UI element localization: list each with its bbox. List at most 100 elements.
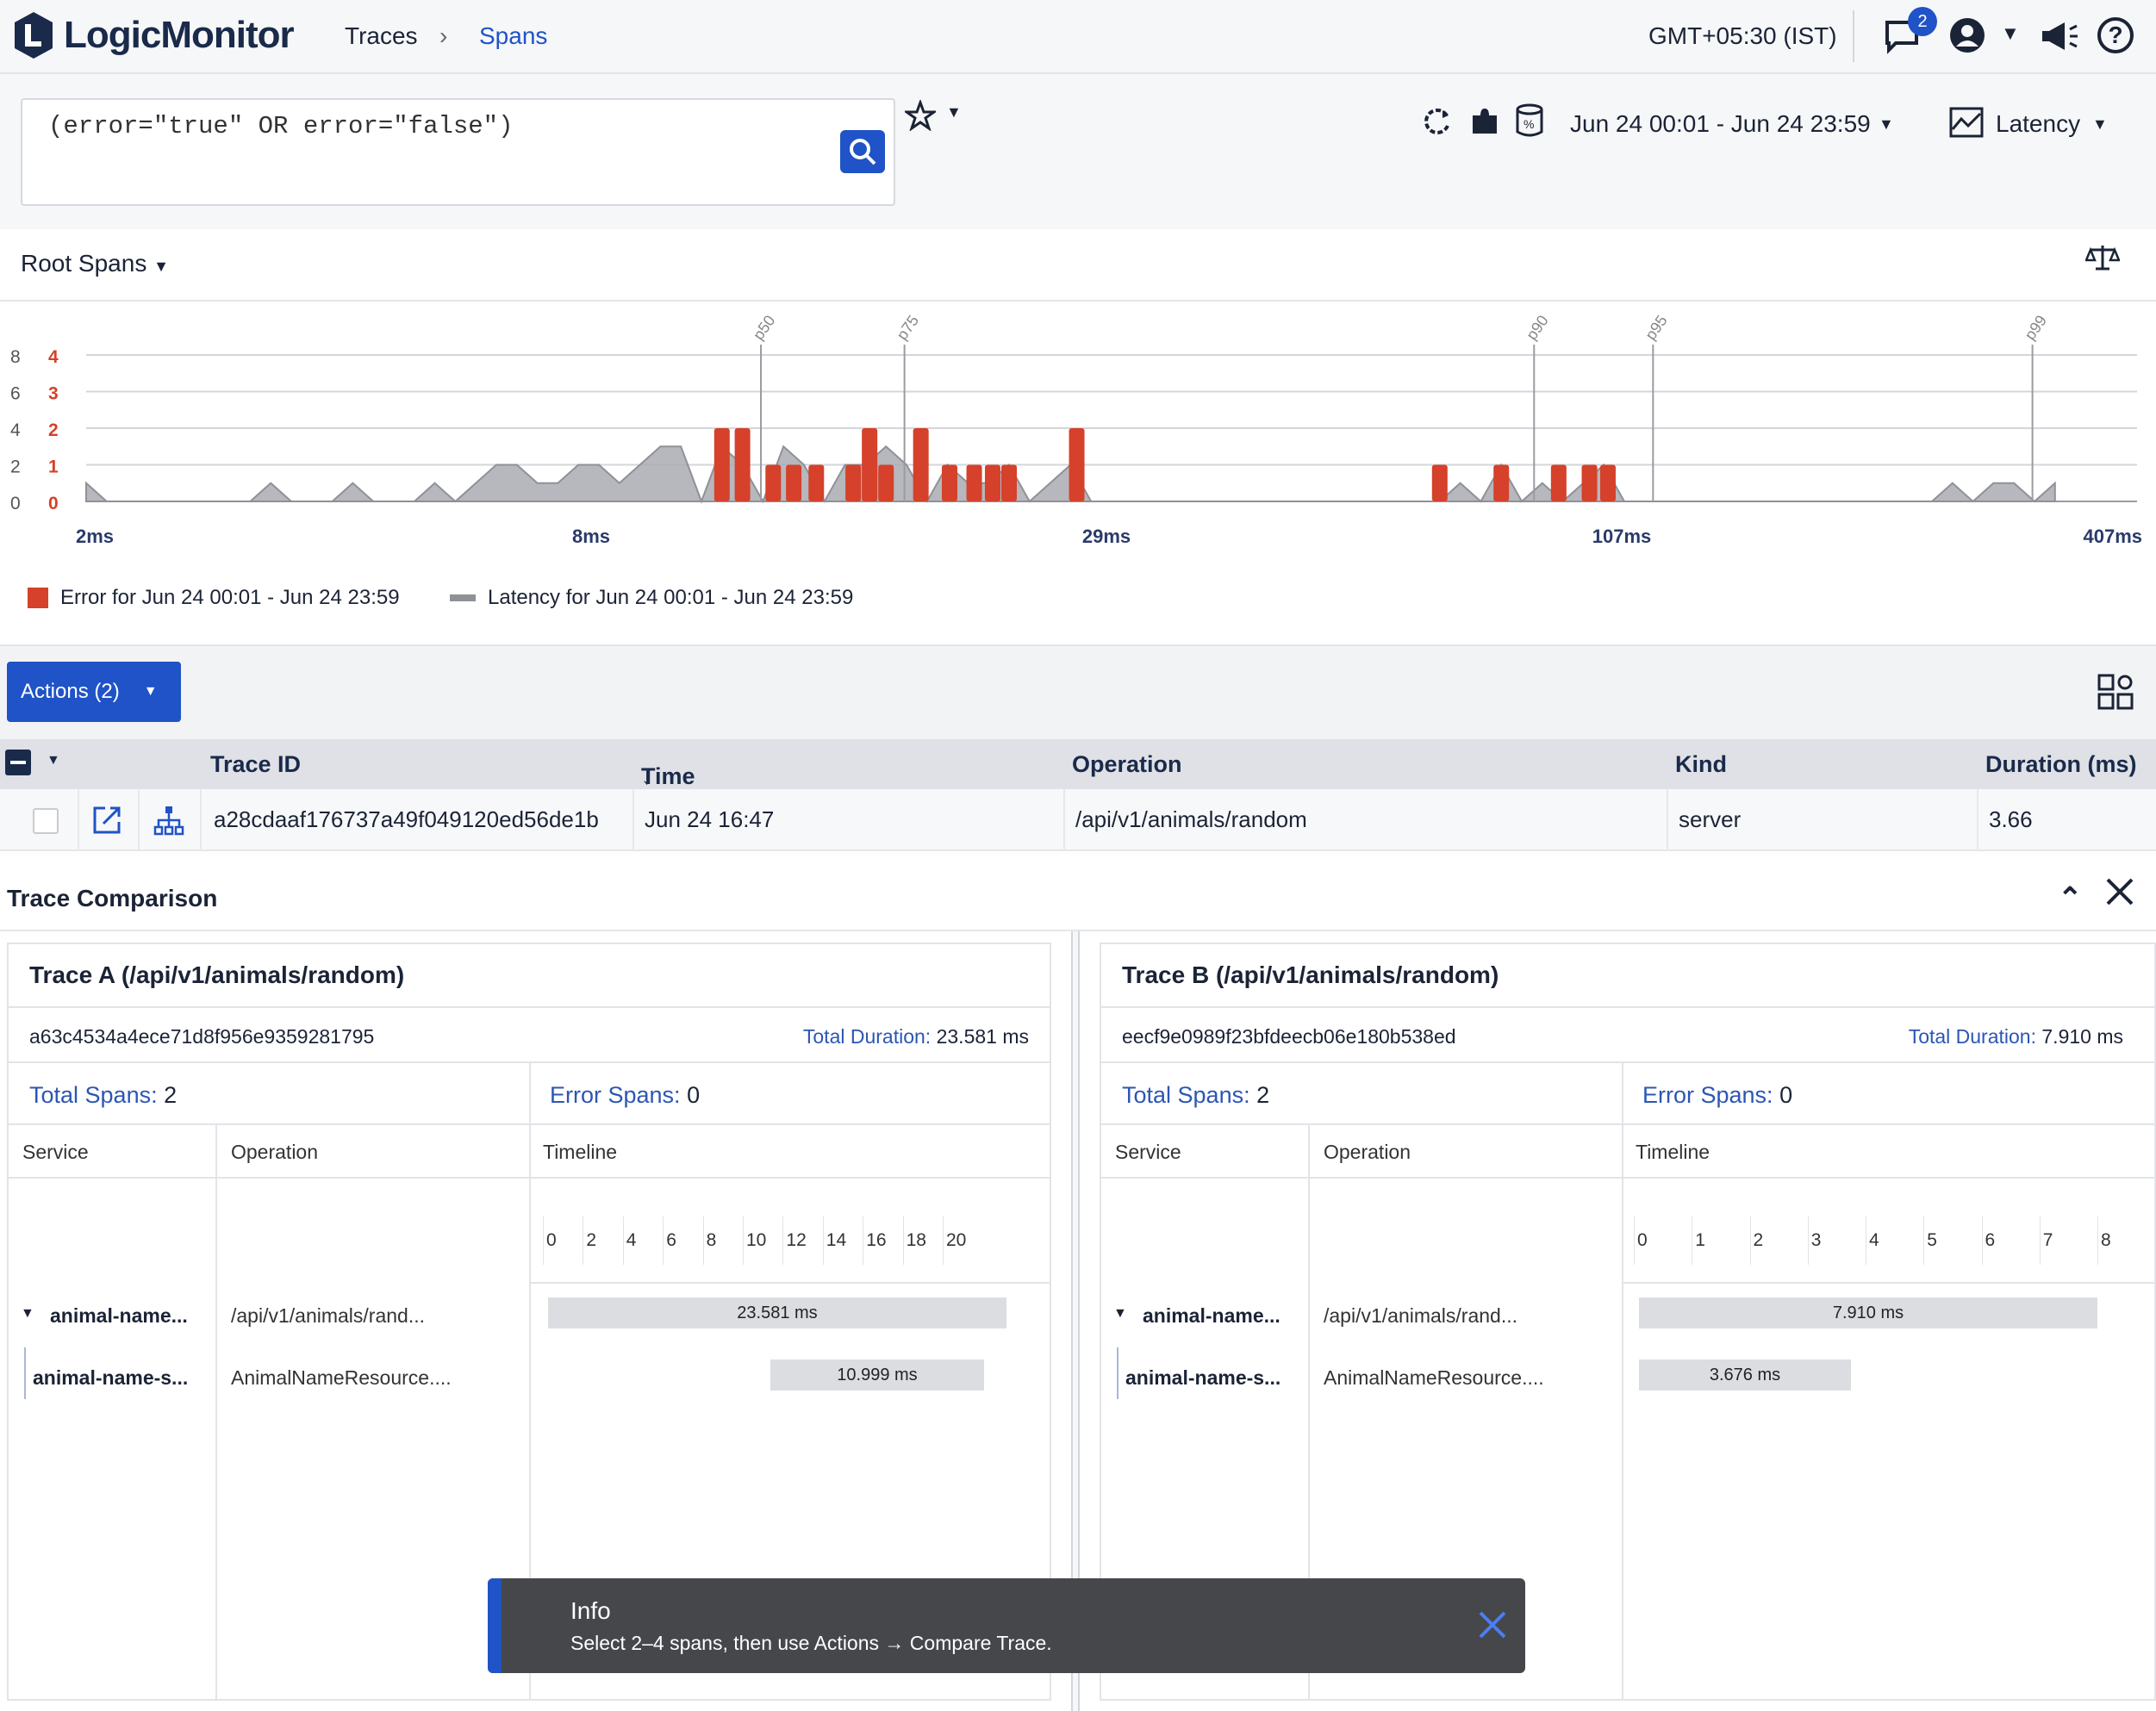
span-bar[interactable]: 10.999 ms [770,1359,984,1391]
column-kind[interactable]: Kind [1675,751,1727,778]
star-icon[interactable] [902,98,938,135]
trace-b-error-spans: 0 [1779,1082,1793,1108]
trace-b-total-spans: 2 [1256,1082,1270,1108]
compare-scale-icon[interactable] [2084,243,2121,277]
root-spans-dropdown[interactable]: Root Spans ▼ [21,250,169,277]
trace-a-title: Trace A (/api/v1/animals/random) [9,944,1050,1008]
timeline-tick-line [1981,1216,1983,1265]
breadcrumb-traces[interactable]: Traces [345,22,418,50]
timeline-tick-label: 18 [906,1230,926,1250]
timeline-column[interactable]: Timeline [1636,1141,1710,1164]
row-trace-id[interactable]: a28cdaaf176737a49f049120ed56de1b [214,806,599,833]
time-range-dropdown-icon[interactable]: ▼ [1879,115,1894,134]
column-duration[interactable]: Duration (ms) [1985,751,2137,778]
operation-column[interactable]: Operation [231,1141,318,1164]
span-service[interactable]: animal-name-s... [1125,1366,1281,1390]
close-icon[interactable] [1477,1609,1508,1645]
error-bar [862,428,878,501]
help-icon[interactable]: ? [2097,17,2134,53]
user-dropdown-icon[interactable]: ▼ [2001,22,2020,45]
open-external-icon[interactable] [91,805,122,842]
legend-error-label: Error for Jun 24 00:01 - Jun 24 23:59 [60,586,400,609]
trace-a-id[interactable]: a63c4534a4ece71d8f956e9359281795 [29,1025,374,1048]
query-text[interactable]: (error="true" OR error="false") [48,112,514,140]
span-service[interactable]: animal-name... [50,1304,188,1328]
span-operation[interactable]: AnimalNameResource.... [231,1366,452,1390]
expand-caret-icon[interactable]: ▼ [21,1306,34,1322]
total-spans-label: Total Spans: [29,1082,158,1108]
cell-divider [1977,789,1978,851]
column-operation[interactable]: Operation [1072,751,1182,778]
select-dropdown-icon[interactable]: ▼ [47,753,60,768]
expand-caret-icon[interactable]: ▼ [1113,1306,1127,1322]
service-column[interactable]: Service [1115,1141,1181,1164]
span-bar[interactable]: 3.676 ms [1639,1359,1851,1391]
percent-database-icon[interactable]: % [1515,103,1544,142]
x-axis-tick: 8ms [572,526,610,547]
search-button[interactable] [840,130,885,173]
latency-chart-icon[interactable] [1949,107,1984,142]
breadcrumb-spans[interactable]: Spans [479,22,547,50]
close-icon[interactable] [2104,876,2135,911]
right-axis-tick: 4 [48,347,59,367]
left-axis-tick: 0 [10,494,21,513]
timezone-label[interactable]: GMT+05:30 (IST) [1648,22,1837,50]
trace-b-id[interactable]: eecf9e0989f23bfdeecb06e180b538ed [1122,1025,1456,1048]
timeline-tick-label: 20 [946,1230,967,1250]
trace-a-error-spans: 0 [687,1082,701,1108]
user-icon[interactable] [1949,17,1985,58]
span-operation[interactable]: /api/v1/animals/rand... [1324,1304,1517,1328]
error-bar [941,464,957,501]
cell-divider [138,789,140,851]
span-service[interactable]: animal-name... [1143,1304,1281,1328]
legend-latency[interactable]: Latency for Jun 24 00:01 - Jun 24 23:59 [450,586,853,610]
column-trace-id[interactable]: Trace ID [210,751,301,778]
select-all-checkbox[interactable] [5,750,31,775]
puzzle-icon[interactable] [1470,107,1499,140]
query-input[interactable]: (error="true" OR error="false") [21,98,895,206]
metric-selector[interactable]: Latency [1996,110,2080,138]
time-range-selector[interactable]: Jun 24 00:01 - Jun 24 23:59 [1570,110,1871,138]
chat-icon[interactable]: 2 [1884,7,1937,59]
refresh-icon[interactable] [1420,105,1453,142]
grid-settings-icon[interactable] [2097,674,2134,714]
span-operation[interactable]: AnimalNameResource.... [1324,1366,1544,1390]
right-axis-tick: 3 [48,384,59,404]
column-divider [1622,1063,1623,1125]
timeline-tick-line [702,1216,704,1265]
megaphone-icon[interactable] [2039,19,2078,58]
chevron-right-icon: › [439,22,448,49]
span-service[interactable]: animal-name-s... [33,1366,188,1390]
column-divider [215,1125,217,1701]
collapse-up-icon[interactable]: ⌃ [2058,881,2083,916]
operation-column[interactable]: Operation [1324,1141,1411,1164]
left-axis-tick: 8 [10,347,21,367]
logo[interactable]: LogicMonitor [12,10,295,60]
child-indent-line [24,1347,26,1399]
actions-button[interactable]: Actions (2) ▼ [7,662,181,722]
error-bar [786,464,802,501]
timeline-column[interactable]: Timeline [543,1141,617,1164]
metric-dropdown-icon[interactable]: ▼ [2092,115,2108,134]
row-checkbox[interactable] [33,808,59,834]
service-column[interactable]: Service [22,1141,89,1164]
percentile-marker-label: p99 [2022,312,2051,343]
timeline-tick-label: 7 [2042,1230,2053,1250]
timeline-tick-label: 14 [826,1230,847,1250]
trace-comparison-header: Trace Comparison ⌃ [0,866,2156,931]
trace-b-total-duration: 7.910 ms [2041,1025,2123,1048]
favorites-dropdown-icon[interactable]: ▼ [946,103,962,121]
toast-accent [488,1578,502,1673]
right-axis-tick: 0 [48,494,59,513]
hierarchy-icon[interactable] [153,805,184,842]
latency-error-chart: 8 4 6 3 4 2 2 1 0 0 p50 p75 p90 p95 p99 2ms 8ms 29ms 107ms… [10,312,2142,547]
timeline-tick-line [943,1216,944,1265]
table-row[interactable]: a28cdaaf176737a49f049120ed56de1b Jun 24 … [0,789,2156,851]
legend-error[interactable]: Error for Jun 24 00:01 - Jun 24 23:59 [28,586,400,610]
span-operation[interactable]: /api/v1/animals/rand... [231,1304,425,1328]
left-axis-tick: 4 [10,420,21,440]
span-bar[interactable]: 7.910 ms [1639,1297,2097,1328]
span-bar[interactable]: 23.581 ms [548,1297,1006,1328]
trace-b-stats: Total Spans: 2 Error Spans: 0 [1101,1063,2154,1125]
trace-a-total-duration: 23.581 ms [936,1025,1029,1048]
